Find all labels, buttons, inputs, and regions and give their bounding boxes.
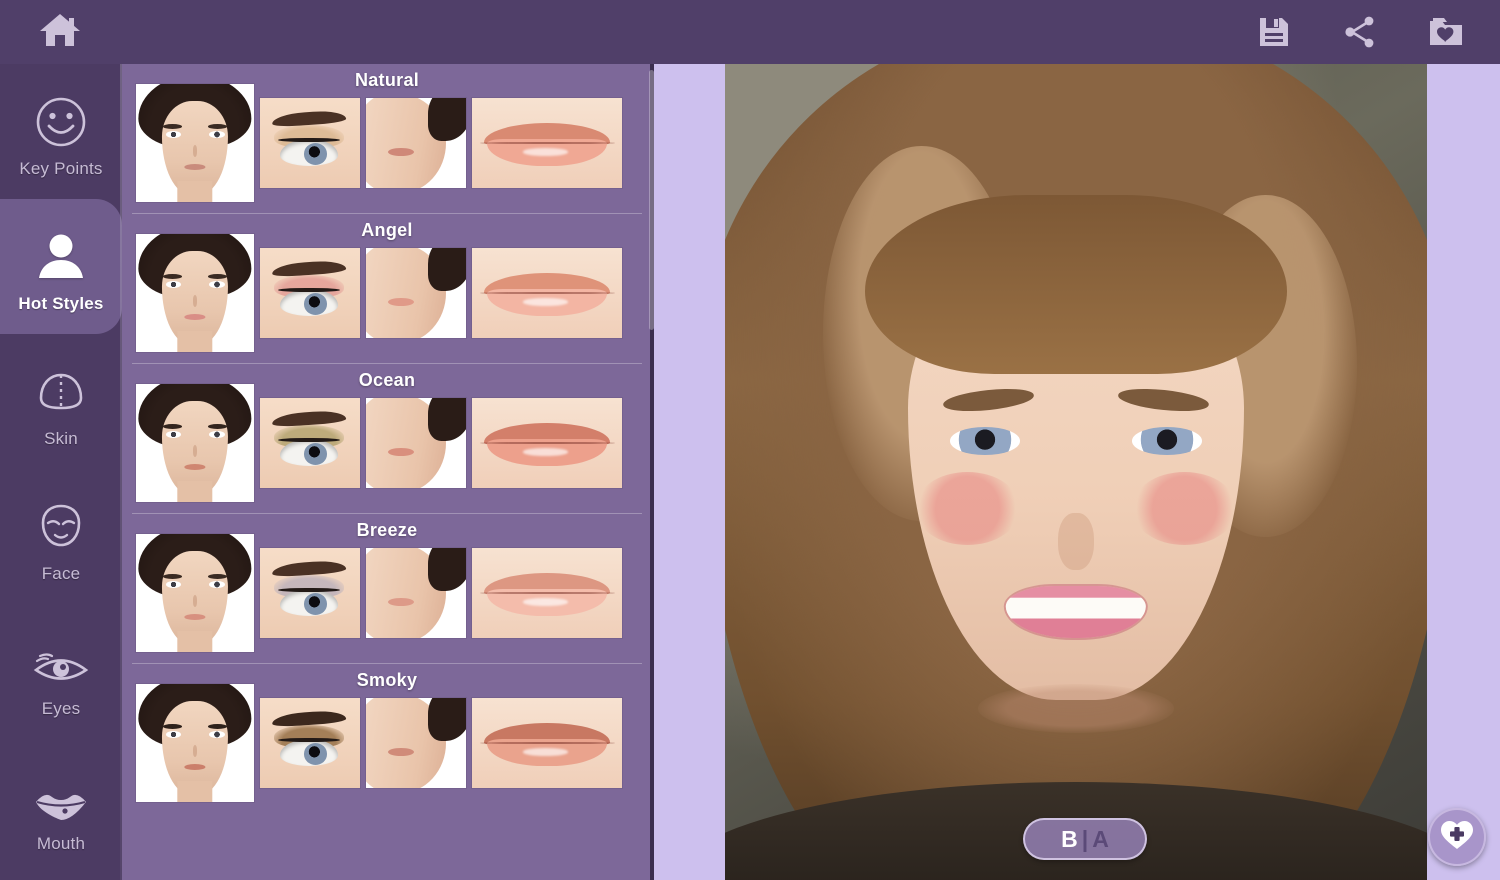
my-looks-button[interactable]	[1426, 12, 1466, 52]
angel-face-thumb[interactable]	[136, 234, 254, 352]
folder-heart-icon	[1428, 16, 1464, 48]
smoky-lips-thumb[interactable]	[472, 698, 622, 788]
list-scrollbar-thumb[interactable]	[649, 70, 654, 330]
photo-canvas[interactable]: B | A	[654, 64, 1500, 880]
share-icon	[1343, 15, 1377, 49]
smoky-face-thumb[interactable]	[136, 684, 254, 802]
sidebar-item-face[interactable]: Face	[0, 469, 122, 604]
save-icon	[1257, 15, 1291, 49]
ocean-profile-thumb[interactable]	[366, 398, 466, 488]
after-label: A	[1092, 825, 1109, 852]
ocean-eye-thumb[interactable]	[260, 398, 360, 488]
photo-eye-right	[1132, 427, 1203, 455]
skin-head-icon	[33, 354, 89, 420]
add-to-favorites-button[interactable]	[1428, 808, 1486, 866]
top-bar	[0, 0, 1500, 64]
heart-plus-icon	[1439, 818, 1475, 857]
photo-nose	[1058, 512, 1094, 570]
angel-profile-thumb[interactable]	[366, 248, 466, 338]
top-bar-actions	[1254, 12, 1500, 52]
style-row-label: Ocean	[358, 370, 416, 390]
sidebar-item-hot-styles[interactable]: Hot Styles	[0, 199, 122, 334]
sidebar-item-label: Face	[41, 564, 81, 583]
sidebar-item-eyes[interactable]: Eyes	[0, 604, 122, 739]
person-silhouette-icon	[33, 219, 89, 285]
home-button[interactable]	[0, 0, 120, 64]
share-button[interactable]	[1340, 12, 1380, 52]
sidebar-item-key-points[interactable]: Key Points	[0, 64, 122, 199]
style-row[interactable]: Smoky	[132, 663, 642, 813]
hot-styles-list[interactable]: Natural Angel Ocean Breeze Smoky	[122, 64, 652, 880]
breeze-eye-thumb[interactable]	[260, 548, 360, 638]
style-row[interactable]: Breeze	[132, 513, 642, 663]
sidebar-item-label: Hot Styles	[18, 294, 104, 313]
smiley-face-icon	[33, 84, 89, 150]
sidebar-item-mouth[interactable]: Mouth	[0, 739, 122, 874]
natural-face-thumb[interactable]	[136, 84, 254, 202]
style-thumbnails	[132, 383, 642, 503]
breeze-lips-thumb[interactable]	[472, 548, 622, 638]
sidebar-item-label: Skin	[44, 429, 78, 448]
natural-eye-thumb[interactable]	[260, 98, 360, 188]
angel-eye-thumb[interactable]	[260, 248, 360, 338]
photo-bangs	[865, 194, 1287, 375]
portrait-photo[interactable]	[725, 64, 1427, 880]
sidebar: Key Points Hot Styles Skin Face Eyes Mou…	[0, 64, 122, 880]
photo-cheek-left	[914, 472, 1020, 546]
sidebar-item-skin[interactable]: Skin	[0, 334, 122, 469]
natural-lips-thumb[interactable]	[472, 98, 622, 188]
app-root: Key Points Hot Styles Skin Face Eyes Mou…	[0, 0, 1500, 880]
photo-chin-shadow	[977, 684, 1175, 734]
sidebar-item-label: Mouth	[36, 834, 86, 853]
lips-icon	[32, 759, 90, 825]
breeze-face-thumb[interactable]	[136, 534, 254, 652]
natural-profile-thumb[interactable]	[366, 98, 466, 188]
hot-styles-list-inner: Natural Angel Ocean Breeze Smoky	[122, 64, 652, 813]
before-after-toggle[interactable]: B | A	[1023, 818, 1147, 860]
style-thumbnails	[132, 83, 642, 203]
style-row-label: Breeze	[356, 520, 418, 540]
sidebar-item-label: Eyes	[41, 699, 81, 718]
sidebar-item-label: Key Points	[19, 159, 103, 178]
style-row-label: Angel	[361, 220, 413, 240]
save-button[interactable]	[1254, 12, 1294, 52]
style-row-label: Natural	[354, 70, 420, 90]
home-icon	[38, 11, 82, 54]
before-label: B	[1061, 825, 1078, 852]
style-thumbnails	[132, 683, 642, 803]
style-row[interactable]: Natural	[132, 64, 642, 213]
smoky-eye-thumb[interactable]	[260, 698, 360, 788]
style-thumbnails	[132, 233, 642, 353]
ba-separator: |	[1081, 825, 1089, 852]
ocean-face-thumb[interactable]	[136, 384, 254, 502]
style-row[interactable]: Angel	[132, 213, 642, 363]
photo-eye-left	[949, 427, 1020, 455]
style-row-label: Smoky	[356, 670, 418, 690]
sidebar-edge-highlight	[120, 64, 122, 880]
ocean-lips-thumb[interactable]	[472, 398, 622, 488]
face-outline-icon	[33, 489, 89, 555]
smoky-profile-thumb[interactable]	[366, 698, 466, 788]
style-thumbnails	[132, 533, 642, 653]
angel-lips-thumb[interactable]	[472, 248, 622, 338]
breeze-profile-thumb[interactable]	[366, 548, 466, 638]
style-row[interactable]: Ocean	[132, 363, 642, 513]
eye-icon	[32, 624, 90, 690]
